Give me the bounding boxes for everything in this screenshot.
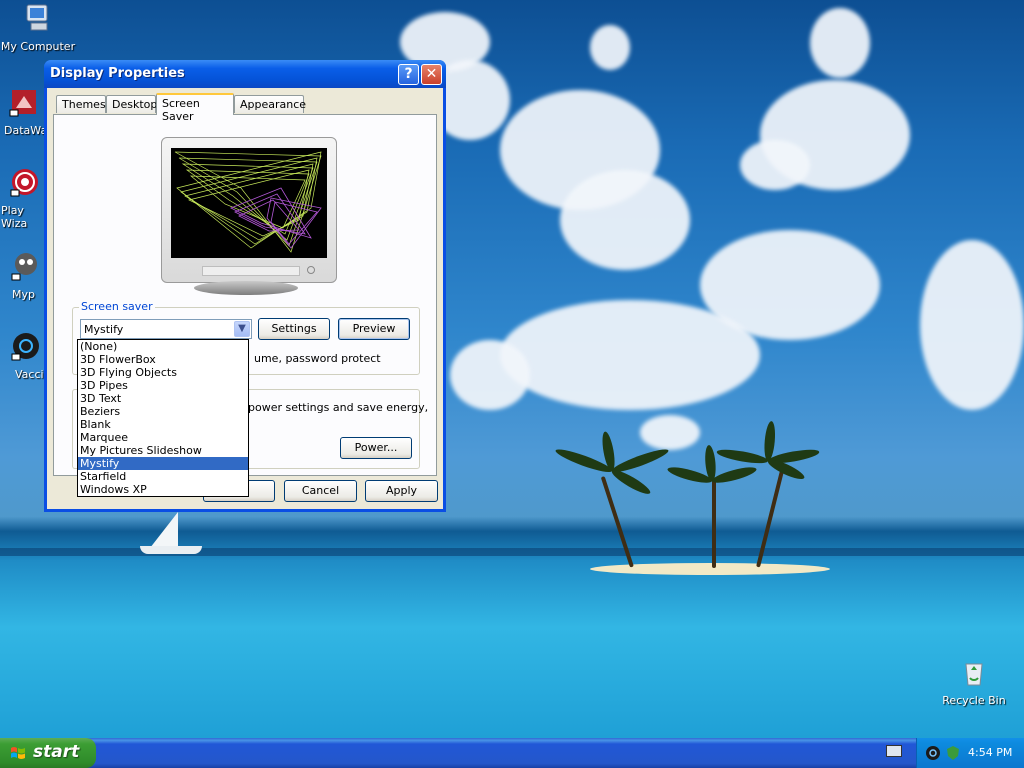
screen-saver-select[interactable]: Mystify ▼: [80, 319, 252, 339]
recycle-bin-icon: [965, 663, 983, 686]
dropdown-option[interactable]: 3D Flying Objects: [78, 366, 248, 379]
dropdown-option[interactable]: Blank: [78, 418, 248, 431]
palm-leaf: [609, 466, 653, 498]
app-shortcut-icon: [9, 90, 36, 117]
windows-logo-icon: [11, 747, 25, 759]
desktop-icon-label: Myp: [12, 288, 35, 301]
desktop-icon-vaccine[interactable]: Vaccin: [0, 330, 51, 381]
button-label: Cancel: [301, 484, 340, 497]
app-shortcut-icon: [11, 253, 37, 281]
cloud: [920, 240, 1024, 410]
cloud: [590, 25, 630, 70]
desktop-icon-label: My Computer: [0, 40, 76, 53]
sailboat-hull: [140, 546, 202, 554]
island-sand: [590, 563, 830, 575]
monitor-power-led: [307, 266, 315, 274]
preview-button[interactable]: Preview: [338, 318, 410, 340]
dropdown-option[interactable]: Windows XP: [78, 483, 248, 496]
palm-leaf: [710, 464, 758, 486]
keyboard-icon[interactable]: [886, 745, 902, 757]
cloud: [560, 170, 690, 270]
tab-appearance[interactable]: Appearance: [234, 95, 307, 113]
start-label: start: [33, 742, 80, 762]
palm-tree: [712, 480, 716, 568]
palm-leaf: [715, 447, 769, 466]
cloud: [640, 415, 700, 450]
preview-monitor: [161, 137, 337, 283]
dropdown-option[interactable]: Marquee: [78, 431, 248, 444]
app-shortcut-icon: [11, 333, 39, 361]
tab-screen-saver[interactable]: Screen Saver: [156, 93, 234, 123]
start-button[interactable]: start: [0, 738, 96, 768]
dropdown-option[interactable]: (None): [78, 340, 248, 353]
dropdown-option[interactable]: 3D Text: [78, 392, 248, 405]
button-label: Settings: [271, 322, 317, 335]
button-label: Apply: [385, 484, 418, 497]
screen-saver-dropdown-list[interactable]: (None) 3D FlowerBox 3D Flying Objects 3D…: [77, 339, 249, 497]
dropdown-option[interactable]: Beziers: [78, 405, 248, 418]
cloud: [500, 300, 760, 410]
desktop-icon-play-wizard[interactable]: Play Wiza: [0, 166, 48, 230]
mystify-preview-graphic: [174, 151, 322, 253]
system-clock[interactable]: 4:54 PM: [968, 746, 1012, 759]
title-bar[interactable]: Display Properties ? ✕: [44, 60, 446, 88]
desktop-icon-label: DataWa: [4, 124, 48, 137]
group-legend: Screen saver: [79, 300, 155, 313]
cloud: [450, 340, 530, 410]
dropdown-option-selected[interactable]: Mystify: [78, 457, 248, 470]
cancel-button[interactable]: Cancel: [284, 480, 357, 502]
desktop-icon-datawa[interactable]: DataWa: [0, 86, 48, 137]
dropdown-option[interactable]: My Pictures Slideshow: [78, 444, 248, 457]
desktop-icon-myp[interactable]: Myp: [0, 250, 48, 301]
dropdown-option[interactable]: 3D FlowerBox: [78, 353, 248, 366]
selected-value: Mystify: [84, 323, 124, 336]
desktop-icon-label: Recycle Bin: [942, 694, 1006, 707]
cloud: [740, 140, 810, 190]
network-shield-icon[interactable]: [925, 745, 941, 761]
taskbar: start 4:54 PM: [0, 738, 1024, 768]
help-icon: ?: [404, 66, 413, 82]
tab-label: Themes: [62, 98, 106, 111]
app-shortcut-icon: [10, 169, 38, 197]
password-protect-text: ume, password protect: [254, 352, 381, 365]
monitor-panel: [202, 266, 300, 276]
tab-label: Desktop: [112, 98, 158, 111]
dropdown-option[interactable]: 3D Pipes: [78, 379, 248, 392]
power-button[interactable]: Power...: [340, 437, 412, 459]
tab-label: Appearance: [240, 98, 307, 111]
button-label: Preview: [352, 322, 396, 335]
desktop-icon-recycle-bin[interactable]: Recycle Bin: [934, 656, 1014, 707]
close-icon: ✕: [425, 66, 438, 82]
preview-screen: [171, 148, 327, 258]
computer-icon: [26, 4, 48, 31]
close-button[interactable]: ✕: [421, 64, 442, 85]
sailboat: [150, 512, 178, 548]
button-label: Power...: [354, 441, 398, 454]
help-button[interactable]: ?: [398, 64, 419, 85]
apply-button[interactable]: Apply: [365, 480, 438, 502]
desktop-icon-my-computer[interactable]: My Computer: [0, 2, 78, 53]
monitor-stand: [194, 281, 298, 295]
tab-themes[interactable]: Themes: [56, 95, 106, 113]
settings-button[interactable]: Settings: [258, 318, 330, 340]
security-icon[interactable]: [945, 745, 961, 761]
desktop-icon-label: Play Wiza: [1, 204, 28, 230]
tab-desktop[interactable]: Desktop: [106, 95, 158, 113]
cloud: [810, 8, 870, 78]
chevron-down-icon[interactable]: ▼: [234, 321, 250, 337]
dropdown-option[interactable]: Starfield: [78, 470, 248, 483]
window-title: Display Properties: [50, 66, 185, 81]
power-description-text: power settings and save energy,: [248, 401, 429, 414]
